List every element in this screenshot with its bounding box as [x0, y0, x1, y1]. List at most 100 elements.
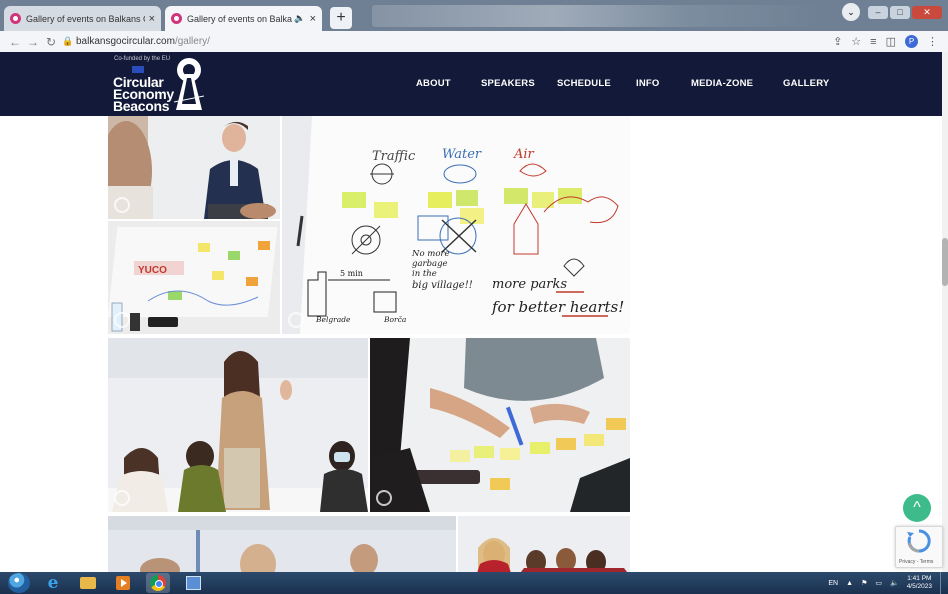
- volume-icon[interactable]: 🔈: [890, 579, 899, 587]
- chrome-icon: [150, 575, 166, 591]
- taskbar-ie[interactable]: e: [41, 573, 65, 593]
- speaker-icon[interactable]: 🔈: [294, 13, 305, 24]
- photo-discussion-image: [108, 338, 368, 512]
- gallery-photo-group[interactable]: [458, 516, 630, 572]
- site-favicon-icon: [171, 13, 182, 24]
- watermark-icon: [376, 490, 392, 506]
- nav-schedule[interactable]: SCHEDULE: [557, 78, 611, 89]
- control-panel-icon: [185, 576, 201, 590]
- bookmark-star-icon[interactable]: ☆: [851, 35, 861, 48]
- wb-heading-traffic: Traffic: [372, 149, 416, 164]
- watermark-icon: [114, 490, 130, 506]
- url-field[interactable]: balkansgocircular.com/gallery/: [76, 36, 833, 47]
- internet-explorer-icon: e: [47, 573, 59, 593]
- browser-tab-bar: Gallery of events on Balkans Go × Galler…: [0, 0, 948, 31]
- site-favicon-icon: [10, 13, 21, 24]
- clock-time: 1:41 PM: [907, 575, 932, 582]
- wb-slogan-2: for better hearts!: [491, 298, 624, 316]
- recaptcha-badge[interactable]: Privacy - Terms: [895, 526, 943, 568]
- browser-tab-1[interactable]: Gallery of events on Balkans Go ×: [4, 6, 161, 31]
- taskbar-control-panel[interactable]: [181, 573, 205, 593]
- wb-note-line-1: No more: [411, 249, 450, 259]
- taskbar-explorer[interactable]: [76, 573, 100, 593]
- browser-tab-2[interactable]: Gallery of events on Balkans 🔈 ×: [165, 6, 322, 31]
- gallery-photo-workshop-table[interactable]: YUCO: [108, 221, 280, 334]
- language-indicator[interactable]: EN: [828, 580, 838, 587]
- tab-title: Gallery of events on Balkans Go: [26, 13, 145, 24]
- gallery-photo-speaker[interactable]: [108, 116, 280, 219]
- gallery-photo-hands-writing[interactable]: [370, 338, 630, 512]
- tab-search-icon[interactable]: ⌄: [842, 3, 860, 21]
- media-player-icon: [116, 576, 130, 590]
- reload-icon[interactable]: ↻: [42, 35, 60, 49]
- profile-avatar-icon[interactable]: P: [905, 35, 918, 48]
- close-window-button[interactable]: ✕: [912, 6, 942, 19]
- share-icon[interactable]: ⇪: [833, 35, 842, 48]
- wb-place-borca: Borča: [383, 315, 406, 324]
- network-icon[interactable]: ▭: [875, 579, 882, 587]
- gallery-photo-audience[interactable]: [108, 516, 456, 572]
- address-bar-row: ← → ↻ 🔒 balkansgocircular.com/gallery/ ⇪…: [0, 31, 948, 52]
- photo-hands-image: [370, 338, 630, 512]
- show-desktop-button[interactable]: [940, 572, 948, 594]
- wb-heading-air: Air: [513, 147, 535, 162]
- gallery-grid: YUCO Traffic Water Air No more garbage i…: [0, 116, 942, 572]
- site-header: Co-funded by the EU Circular Economy Bea…: [0, 52, 942, 116]
- show-hidden-icons-icon[interactable]: ▲: [846, 580, 853, 587]
- reading-list-icon[interactable]: ≡: [870, 36, 876, 48]
- nav-speakers[interactable]: SPEAKERS: [481, 78, 535, 89]
- photo-speaker-image: [108, 116, 280, 219]
- gallery-photo-whiteboard[interactable]: Traffic Water Air No more garbage in the…: [282, 116, 630, 334]
- window-controls: – □ ✕: [866, 6, 942, 19]
- wb-note-line-4: big village!!: [412, 280, 473, 291]
- recaptcha-icon: [907, 529, 931, 553]
- photo-audience-image: [108, 516, 456, 572]
- taskbar-chrome[interactable]: [146, 573, 170, 593]
- maximize-button[interactable]: □: [890, 6, 910, 19]
- system-clock[interactable]: 1:41 PM 4/5/2023: [907, 575, 932, 591]
- back-icon[interactable]: ←: [6, 35, 24, 49]
- action-center-flag-icon[interactable]: ⚑: [861, 579, 867, 587]
- taskbar-media-player[interactable]: [111, 573, 135, 593]
- page-scrollbar-track[interactable]: [942, 52, 948, 572]
- wb-heading-water: Water: [442, 147, 482, 162]
- nav-media-zone[interactable]: MEDIA-ZONE: [691, 78, 753, 89]
- minimize-button[interactable]: –: [868, 6, 888, 19]
- photo-whiteboard-image: Traffic Water Air No more garbage in the…: [282, 116, 630, 334]
- windows-taskbar: e EN ▲ ⚑ ▭ 🔈 1:41 PM 4/5/2023: [0, 572, 948, 594]
- start-button-icon[interactable]: [8, 573, 30, 593]
- url-path: /gallery/: [174, 36, 210, 47]
- wb-distance: 5 min: [340, 269, 363, 278]
- forward-icon[interactable]: →: [24, 35, 42, 49]
- watermark-icon: [114, 312, 130, 328]
- wb-note-line-2: garbage: [412, 259, 448, 269]
- photo-group-image: [458, 516, 630, 572]
- photo-table-image: YUCO: [108, 221, 280, 334]
- clock-date: 4/5/2023: [906, 583, 932, 590]
- wb-slogan-1: more parks: [492, 277, 567, 292]
- system-tray: EN ▲ ⚑ ▭ 🔈 1:41 PM 4/5/2023: [828, 575, 940, 591]
- side-panel-icon[interactable]: ◫: [886, 35, 896, 48]
- back-to-top-button[interactable]: ^: [903, 494, 931, 522]
- new-tab-button[interactable]: +: [330, 7, 352, 29]
- watermark-icon: [288, 312, 304, 328]
- url-host: balkansgocircular.com: [76, 36, 175, 47]
- wb-place-belgrade: Belgrade: [315, 315, 351, 324]
- gallery-photo-discussion[interactable]: [108, 338, 368, 512]
- svg-text:YUCO: YUCO: [138, 265, 167, 276]
- close-tab-icon[interactable]: ×: [310, 13, 316, 25]
- page-scrollbar-thumb[interactable]: [942, 238, 948, 286]
- nav-gallery[interactable]: GALLERY: [783, 78, 829, 89]
- wb-note-line-3: in the: [412, 269, 437, 279]
- close-tab-icon[interactable]: ×: [149, 13, 155, 25]
- folder-icon: [80, 577, 96, 589]
- nav-about[interactable]: ABOUT: [416, 78, 451, 89]
- watermark-icon: [114, 197, 130, 213]
- tab-title: Gallery of events on Balkans: [187, 13, 293, 24]
- blurred-tab-strip: [372, 5, 824, 27]
- main-nav: ABOUT SPEAKERS SCHEDULE INFO MEDIA-ZONE …: [0, 52, 942, 116]
- nav-info[interactable]: INFO: [636, 78, 660, 89]
- browser-menu-icon[interactable]: ⋮: [927, 35, 938, 48]
- lock-icon[interactable]: 🔒: [60, 36, 76, 47]
- recaptcha-terms[interactable]: Privacy - Terms: [899, 559, 933, 565]
